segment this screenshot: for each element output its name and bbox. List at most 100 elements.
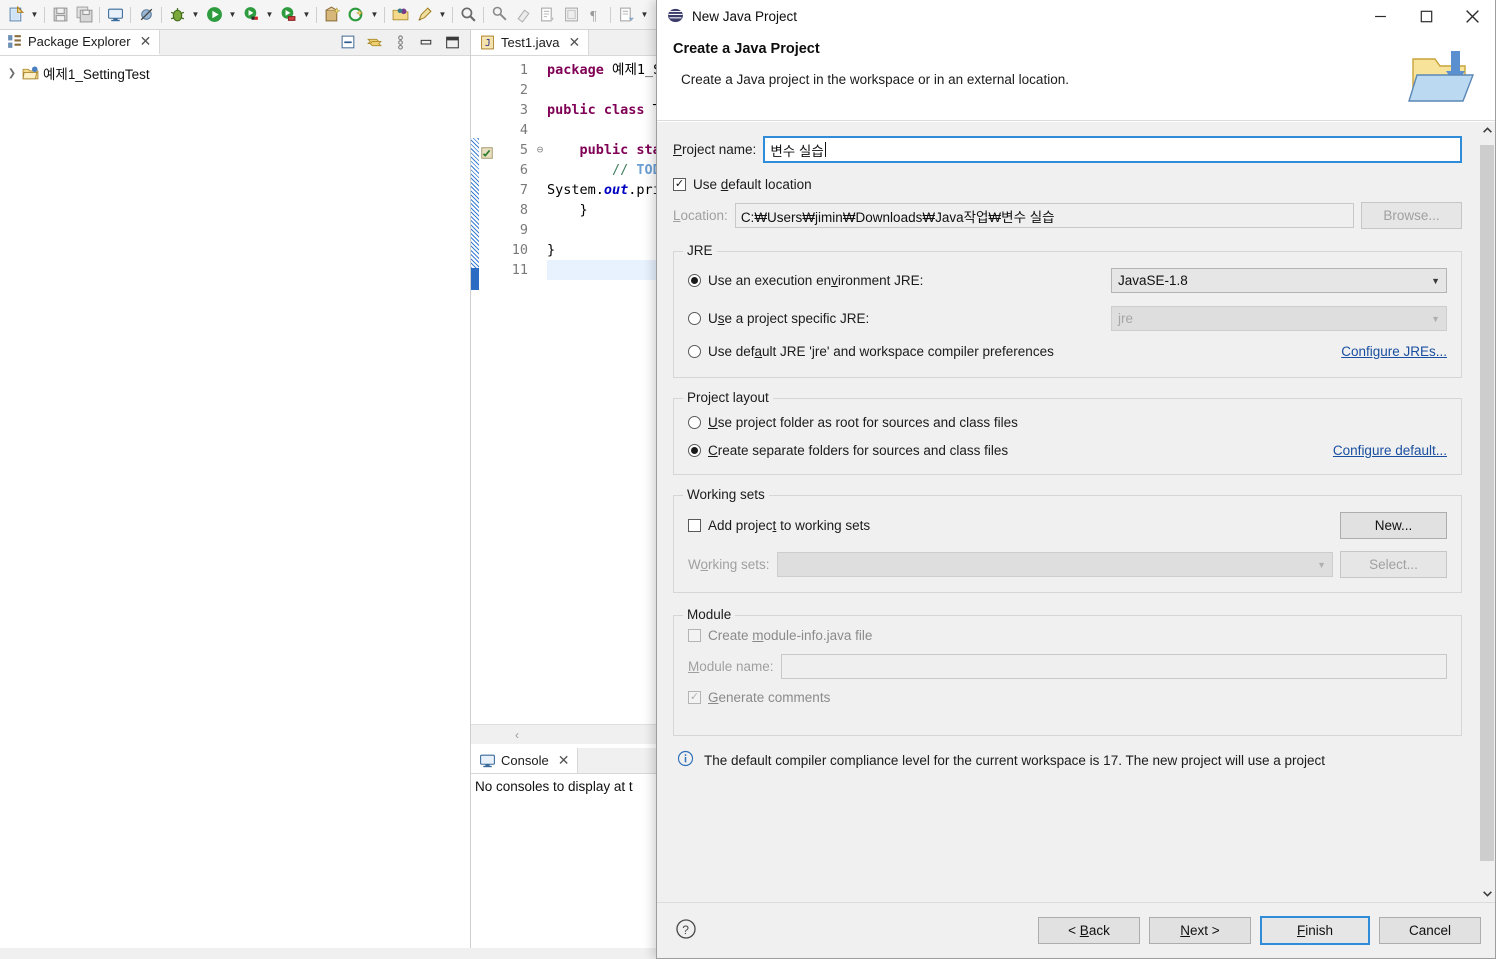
create-module-info-row[interactable]: Create module-info.java file [688,628,1447,643]
cancel-button[interactable]: Cancel [1379,917,1481,944]
project-name-value: 변수 실습 [770,143,824,159]
project-name-label-rest: roject name: [682,142,757,157]
tab-console[interactable]: Console ✕ [471,748,579,773]
quick-fix-icon[interactable] [412,3,436,27]
working-sets-group: Working sets Add project to working sets… [673,487,1462,593]
next-button[interactable]: Next > [1149,917,1251,944]
new-working-set-button[interactable]: New... [1340,512,1447,539]
new-dropdown-arrow[interactable]: ▼ [28,3,41,27]
console-icon [479,752,496,769]
project-name-input[interactable]: 변수 실습 [763,136,1462,163]
jre-project-specific-combo[interactable]: jre ▼ [1111,306,1447,331]
jre-project-specific-radio[interactable] [688,312,701,325]
scrollbar-thumb[interactable] [1480,145,1494,861]
marker-gutter[interactable] [479,56,495,724]
chevron-right-icon[interactable]: ❯ [6,68,18,79]
line-number: 10 [511,242,528,258]
finish-button[interactable]: Finish [1260,916,1370,945]
previous-annotation-icon[interactable] [559,3,583,27]
line-number: 8 [519,202,528,218]
view-menu-icon[interactable] [392,34,409,51]
dialog-titlebar[interactable]: New Java Project [657,0,1495,33]
external-tools-dropdown-arrow[interactable]: ▼ [300,3,313,27]
debug-dropdown-arrow[interactable]: ▼ [189,3,202,27]
minimize-button[interactable] [1357,0,1403,33]
close-icon[interactable]: ✕ [140,33,152,50]
working-sets-combo[interactable]: ▼ [776,552,1333,577]
link-with-editor-icon[interactable] [366,34,383,51]
run-external-tools-icon[interactable] [276,3,300,27]
restore-last-selection-icon[interactable] [614,3,638,27]
run-dropdown-arrow[interactable]: ▼ [226,3,239,27]
quick-fix-dropdown-arrow[interactable]: ▼ [436,3,449,27]
scroll-up-arrow[interactable] [1479,122,1495,139]
configure-jres-link[interactable]: Configure JREs... [1341,344,1447,359]
module-name-input[interactable] [780,654,1447,679]
open-type-icon[interactable] [388,3,412,27]
save-icon[interactable] [48,3,72,27]
todo-marker-icon[interactable] [480,146,494,160]
pin-editor-icon[interactable] [487,3,511,27]
new-class-dropdown-arrow[interactable]: ▼ [368,3,381,27]
restore-dropdown-arrow[interactable]: ▼ [638,3,651,27]
tab-test1-java[interactable]: J Test1.java ✕ [471,30,590,55]
new-icon[interactable] [4,3,28,27]
browse-button[interactable]: Browse... [1361,202,1462,229]
coverage-icon[interactable] [239,3,263,27]
minimize-icon[interactable] [418,34,435,51]
jre-exec-env-combo[interactable]: JavaSE-1.8 ▼ [1111,268,1447,293]
eraser-icon[interactable] [511,3,535,27]
layout-separate-radio[interactable] [688,444,701,457]
generate-comments-row[interactable]: ✓ Generate comments [688,690,1447,705]
create-module-info-checkbox[interactable] [688,629,701,642]
console-icon[interactable] [103,3,127,27]
run-icon[interactable] [202,3,226,27]
scroll-down-arrow[interactable] [1479,885,1495,902]
show-whitespace-icon[interactable]: ¶ [583,3,607,27]
location-input[interactable]: C:₩Users₩jimin₩Downloads₩Java작업₩변수 실습 [734,203,1354,228]
select-working-set-button[interactable]: Select... [1340,551,1447,578]
scroll-left-icon[interactable]: ‹ [515,728,519,742]
fold-toggle-icon[interactable]: ⊖ [533,140,547,160]
back-button[interactable]: < Back [1038,917,1140,944]
jre-exec-env-radio[interactable] [688,274,701,287]
layout-root-row[interactable]: Use project folder as root for sources a… [688,415,1447,430]
dialog-scrollbar[interactable] [1478,122,1495,902]
close-icon[interactable]: ✕ [569,34,581,51]
jre-project-specific-row[interactable]: Use a project specific JRE: jre ▼ [688,306,1447,331]
module-group-label: Module [683,607,736,622]
folding-gutter[interactable]: ⊖ [533,56,547,724]
java-project-icon [22,65,39,82]
layout-separate-row[interactable]: Create separate folders for sources and … [688,443,1447,458]
search-icon[interactable] [456,3,480,27]
maximize-button[interactable] [1403,0,1449,33]
tree-item-project[interactable]: ❯ 예제1_SettingTest [4,62,470,84]
configure-default-link[interactable]: Configure default... [1333,443,1447,458]
add-to-working-sets-row[interactable]: Add project to working sets New... [688,512,1447,539]
add-to-working-sets-checkbox[interactable] [688,519,701,532]
new-package-icon[interactable] [320,3,344,27]
jre-exec-env-row[interactable]: Use an execution environment JRE: JavaSE… [688,268,1447,293]
new-class-icon[interactable] [344,3,368,27]
use-default-location-checkbox[interactable]: ✓ [673,178,686,191]
scrollbar-track[interactable] [1479,139,1495,885]
jre-default-radio[interactable] [688,345,701,358]
layout-root-radio[interactable] [688,416,701,429]
collapse-all-icon[interactable] [340,34,357,51]
help-icon[interactable]: ? [675,918,697,943]
close-icon[interactable]: ✕ [558,752,570,769]
close-button[interactable] [1449,0,1495,33]
save-all-icon[interactable] [72,3,96,27]
toolbar-separator [313,3,320,27]
coverage-dropdown-arrow[interactable]: ▼ [263,3,276,27]
skip-breakpoints-icon[interactable] [134,3,158,27]
use-default-location-row[interactable]: ✓ Use default location [673,177,1462,192]
generate-comments-checkbox[interactable]: ✓ [688,691,701,704]
package-explorer-tabbar: Package Explorer ✕ [0,30,470,56]
jre-default-row[interactable]: Use default JRE 'jre' and workspace comp… [688,344,1447,359]
next-annotation-icon[interactable] [535,3,559,27]
tab-package-explorer[interactable]: Package Explorer ✕ [0,30,161,55]
maximize-icon[interactable] [444,34,461,51]
debug-icon[interactable] [165,3,189,27]
